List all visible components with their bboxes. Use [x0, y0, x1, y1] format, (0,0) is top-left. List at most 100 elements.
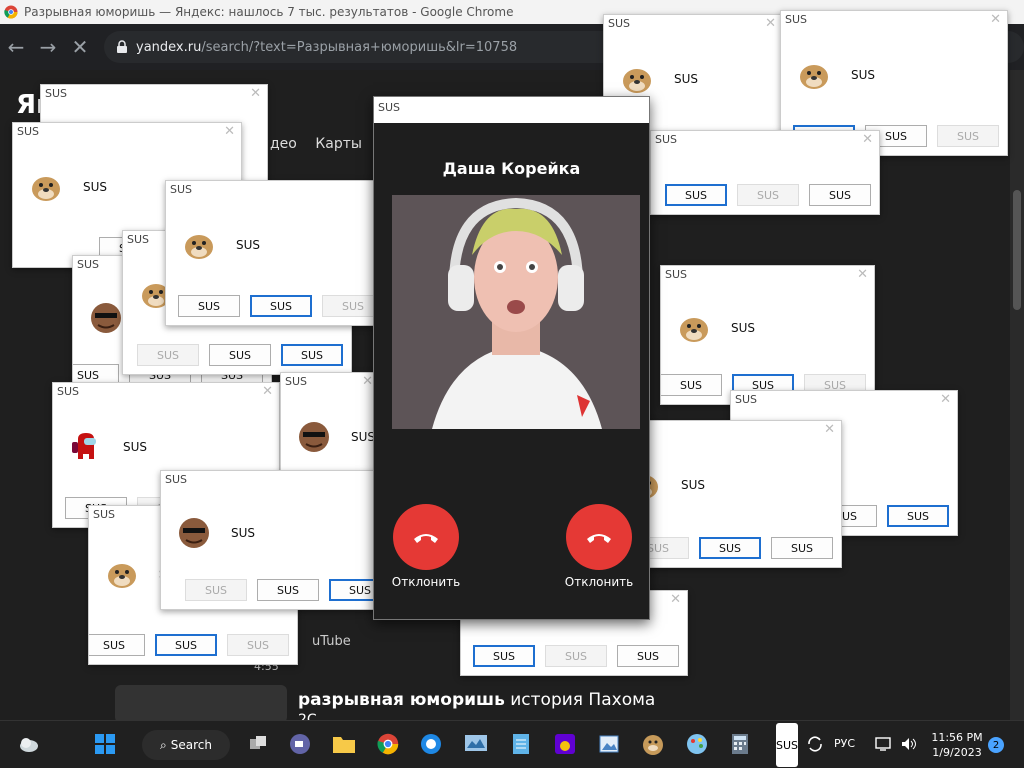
- sus-button[interactable]: SUS: [209, 344, 271, 366]
- lock-icon: [117, 40, 127, 53]
- sus-button[interactable]: SUS: [473, 645, 535, 667]
- tab-video[interactable]: део: [270, 136, 297, 152]
- sus-message: SUS: [731, 321, 756, 335]
- sus-window-title: SUS: [785, 13, 808, 26]
- sus-message: SUS: [681, 478, 706, 492]
- decline-button-left[interactable]: [393, 504, 459, 570]
- sus-window-title: SUS: [665, 268, 688, 281]
- calculator-icon[interactable]: [725, 729, 755, 759]
- sus-taskbar-item[interactable]: SUS: [776, 723, 798, 767]
- sus-button[interactable]: SUS: [178, 295, 240, 317]
- url-domain: yandex.ru: [136, 39, 202, 55]
- chrome-taskbar-icon[interactable]: [373, 729, 403, 759]
- sus-window[interactable]: SUS✕SUSSUSSUSSUS: [660, 265, 875, 405]
- close-icon[interactable]: ✕: [262, 384, 273, 399]
- sus-button[interactable]: SUS: [227, 634, 289, 656]
- dog-avatar-icon: [797, 58, 831, 92]
- man-avatar-icon: [297, 420, 331, 454]
- call-window-title: SUS: [374, 97, 649, 123]
- sus-window-title: SUS: [127, 233, 150, 246]
- weather-icon[interactable]: [14, 729, 44, 759]
- monitor-app-icon[interactable]: [461, 729, 491, 759]
- taskbar: ⌕ Search SUS РУС 11:56 PM 1/9/2023 2: [0, 720, 1024, 768]
- talking-ben-icon[interactable]: [638, 729, 668, 759]
- sus-window-title: SUS: [93, 508, 116, 521]
- sus-message: SUS: [674, 72, 699, 86]
- sus-button[interactable]: SUS: [937, 125, 999, 147]
- sus-window-title: SUS: [285, 375, 308, 388]
- search-icon: ⌕: [160, 737, 167, 752]
- close-icon[interactable]: ✕: [250, 86, 261, 101]
- caller-photo: [392, 195, 640, 429]
- clock[interactable]: 11:56 PM 1/9/2023: [930, 730, 984, 760]
- sus-window[interactable]: SUS✕SUSSUSSUSSUS: [160, 470, 400, 610]
- back-button[interactable]: ←: [0, 35, 32, 59]
- paint-icon[interactable]: [682, 729, 712, 759]
- decline-button-right[interactable]: [566, 504, 632, 570]
- sus-button[interactable]: SUS: [617, 645, 679, 667]
- sus-button[interactable]: SUS: [281, 344, 343, 366]
- dog-avatar-icon: [677, 311, 711, 345]
- sus-button[interactable]: SUS: [665, 184, 727, 206]
- dog-avatar-icon: [620, 62, 654, 96]
- sus-window[interactable]: SUS✕SUSSUSSUSSUS: [165, 180, 393, 326]
- start-button[interactable]: [90, 729, 120, 759]
- sus-window-title: SUS: [165, 473, 188, 486]
- close-icon[interactable]: ✕: [990, 12, 1001, 27]
- sus-button[interactable]: SUS: [257, 579, 319, 601]
- sus-window-title: SUS: [17, 125, 40, 138]
- close-icon[interactable]: ✕: [670, 592, 681, 607]
- sus-button[interactable]: SUS: [809, 184, 871, 206]
- notification-badge[interactable]: 2: [988, 737, 1004, 753]
- yahoo-icon[interactable]: [550, 729, 580, 759]
- chrome-icon: [4, 5, 18, 19]
- close-icon[interactable]: ✕: [940, 392, 951, 407]
- sus-window[interactable]: SUS ✕ SUS SUS SUS: [650, 130, 880, 215]
- sus-button[interactable]: SUS: [137, 344, 199, 366]
- caller-name: Даша Корейка: [442, 159, 581, 178]
- incoming-call-window: SUS Даша Корейка Отклонить Отклонить: [373, 96, 650, 620]
- close-icon[interactable]: ✕: [765, 16, 776, 31]
- search-tabs: део Карты: [270, 136, 376, 152]
- close-icon[interactable]: ✕: [857, 267, 868, 282]
- sus-button[interactable]: SUS: [661, 374, 722, 396]
- sync-icon[interactable]: [800, 729, 830, 759]
- close-icon[interactable]: ✕: [224, 124, 235, 139]
- sus-button[interactable]: SUS: [89, 634, 145, 656]
- sus-button[interactable]: SUS: [887, 505, 949, 527]
- sus-window-title: SUS: [77, 258, 100, 271]
- taskbar-search[interactable]: ⌕ Search: [142, 730, 230, 760]
- page-scrollbar[interactable]: [1010, 70, 1024, 720]
- video-thumbnail[interactable]: [115, 685, 287, 723]
- sus-button[interactable]: SUS: [250, 295, 312, 317]
- close-icon[interactable]: ✕: [824, 422, 835, 437]
- image-viewer-icon[interactable]: [594, 729, 624, 759]
- language-indicator[interactable]: РУС: [834, 737, 855, 750]
- file-explorer-icon[interactable]: [329, 729, 359, 759]
- tab-maps[interactable]: Карты: [315, 136, 362, 152]
- sus-message: SUS: [236, 238, 261, 252]
- sus-button[interactable]: SUS: [737, 184, 799, 206]
- close-icon[interactable]: ✕: [862, 132, 873, 147]
- task-view-icon[interactable]: [243, 729, 273, 759]
- stop-button[interactable]: ✕: [64, 35, 96, 59]
- chat-icon[interactable]: [285, 729, 315, 759]
- decline-label-right: Отклонить: [564, 575, 634, 589]
- browser-alt-icon[interactable]: [416, 729, 446, 759]
- sus-button[interactable]: SUS: [699, 537, 761, 559]
- sus-window-title: SUS: [57, 385, 80, 398]
- sus-button[interactable]: SUS: [771, 537, 833, 559]
- dog-avatar-icon: [29, 170, 63, 204]
- forward-button[interactable]: →: [32, 35, 64, 59]
- volume-icon[interactable]: [894, 729, 924, 759]
- sus-button[interactable]: SUS: [545, 645, 607, 667]
- sus-message: SUS: [123, 440, 148, 454]
- sus-message: SUS: [851, 68, 876, 82]
- sus-window-title: SUS: [735, 393, 758, 406]
- man-avatar-icon: [89, 301, 123, 335]
- close-icon[interactable]: ✕: [362, 374, 373, 389]
- notepad-icon[interactable]: [506, 729, 536, 759]
- sus-button[interactable]: SUS: [185, 579, 247, 601]
- sus-button[interactable]: SUS: [155, 634, 217, 656]
- phone-hangup-icon: [587, 534, 611, 543]
